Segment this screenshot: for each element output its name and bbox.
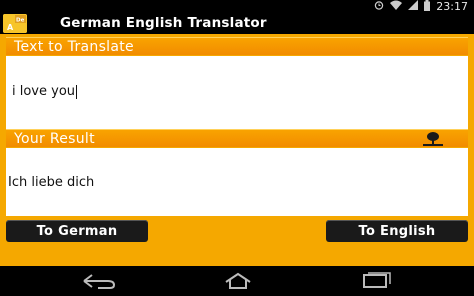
- alarm-icon: [374, 0, 384, 13]
- home-icon[interactable]: [222, 272, 254, 294]
- status-icons: 23:17: [374, 0, 468, 13]
- back-icon[interactable]: [78, 272, 118, 294]
- to-german-button[interactable]: To German: [6, 220, 148, 242]
- to-english-button[interactable]: To English: [326, 220, 468, 242]
- main-content: Text to Translate i love you Your Result…: [0, 34, 474, 266]
- signal-icon: [408, 0, 419, 13]
- translate-input-value: i love you: [12, 84, 76, 99]
- app-icon-de: De: [16, 18, 25, 24]
- status-clock: 23:17: [436, 0, 468, 13]
- input-section-title: Text to Translate: [14, 39, 134, 55]
- status-bar: 23:17: [0, 0, 474, 13]
- app-icon-letter: A: [7, 23, 14, 32]
- to-german-label: To German: [36, 223, 118, 239]
- battery-icon: [424, 0, 431, 14]
- result-output: Ich liebe dich: [6, 148, 468, 216]
- navigation-bar: [0, 266, 474, 296]
- action-bar: A De German English Translator: [0, 13, 474, 34]
- input-section-header: Text to Translate: [6, 37, 468, 55]
- result-output-text: Ich liebe dich: [8, 175, 95, 190]
- result-section-title: Your Result: [14, 131, 95, 147]
- app-title: German English Translator: [60, 15, 267, 31]
- translate-input-text[interactable]: i love you: [12, 84, 78, 99]
- wifi-icon: [390, 0, 403, 13]
- to-english-label: To English: [358, 223, 436, 239]
- text-cursor: [76, 84, 78, 99]
- result-section-header: Your Result: [6, 129, 468, 147]
- app-logo-icon: A De: [3, 14, 27, 33]
- translate-input[interactable]: i love you: [6, 56, 468, 130]
- recent-apps-icon[interactable]: [360, 272, 394, 294]
